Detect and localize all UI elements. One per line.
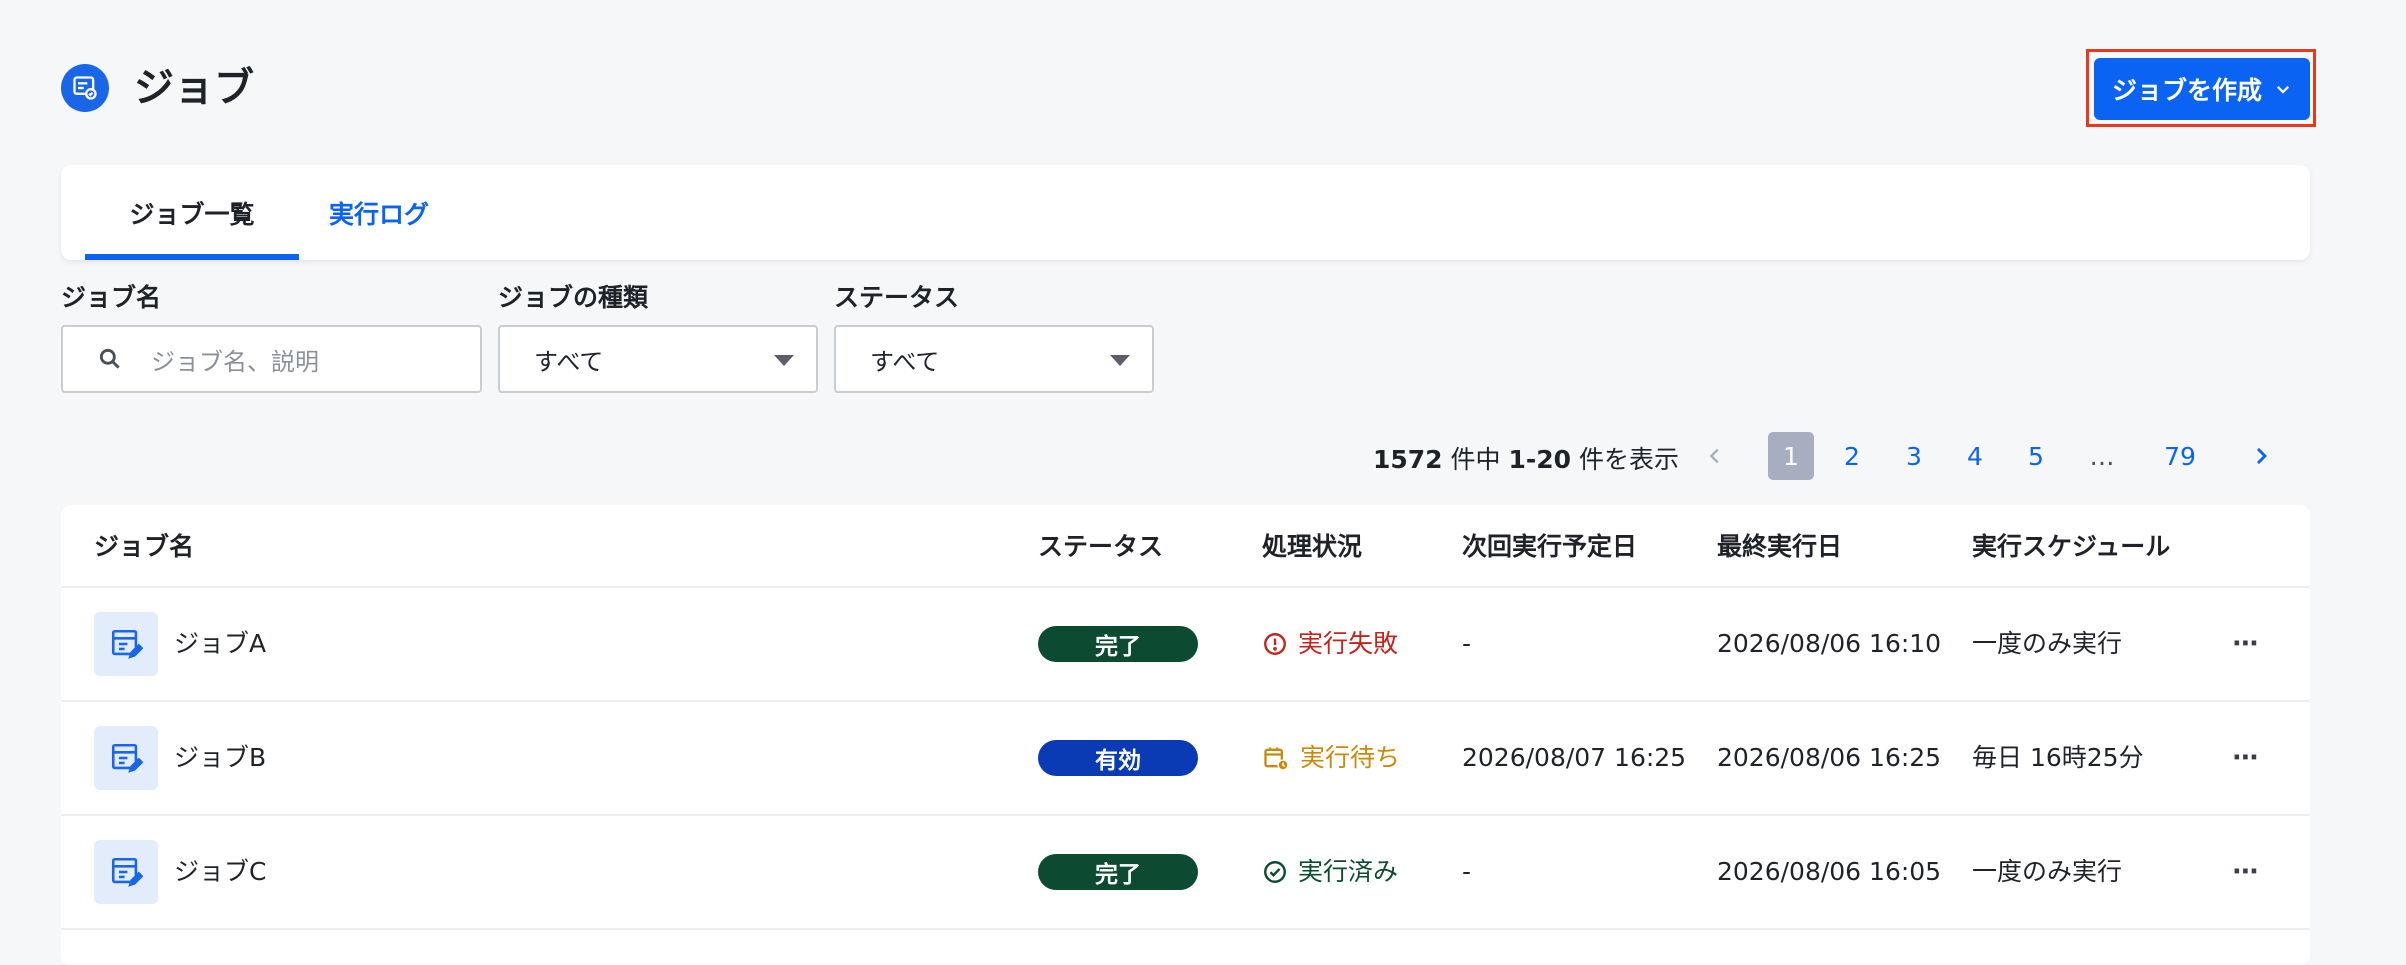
processing-status-label: 実行済み <box>1298 857 1399 886</box>
job-name-cell[interactable]: ジョブB <box>174 741 266 775</box>
job-name-search-placeholder: ジョブ名、説明 <box>151 347 319 376</box>
page-1-button[interactable]: 1 <box>1768 432 1814 480</box>
next-run-cell: 2026/08/07 16:25 <box>1462 743 1687 772</box>
table-divider <box>61 928 2310 930</box>
column-header-schedule: 実行スケジュール <box>1972 532 2171 561</box>
job-name-search-input[interactable]: ジョブ名、説明 <box>61 325 482 393</box>
job-type-filter-label: ジョブの種類 <box>498 283 649 312</box>
next-run-cell: - <box>1462 857 1472 886</box>
job-name-cell[interactable]: ジョブA <box>174 627 266 661</box>
page-ellipsis: … <box>2089 441 2115 471</box>
job-type-select[interactable]: すべて <box>498 325 818 393</box>
table-divider <box>61 700 2310 702</box>
chevron-down-icon <box>2276 85 2290 94</box>
page-3-button[interactable]: 3 <box>1892 432 1936 480</box>
column-header-last-run: 最終実行日 <box>1717 532 1843 561</box>
page-5-button[interactable]: 5 <box>2014 432 2058 480</box>
job-icon <box>94 840 158 904</box>
processing-status-label: 実行失敗 <box>1298 629 1399 658</box>
result-range: 1-20 <box>1508 445 1572 474</box>
calendar-clock-icon <box>1264 747 1289 771</box>
dropdown-arrow-icon <box>774 355 794 366</box>
tabs-bar: ジョブ一覧 実行ログ <box>61 165 2310 260</box>
more-actions-icon[interactable]: ⋯ <box>2230 627 2262 661</box>
prev-page-button[interactable] <box>1700 432 1730 480</box>
alert-circle-icon <box>1264 633 1286 655</box>
status-select-value: すべて <box>870 347 940 376</box>
last-run-cell: 2026/08/06 16:10 <box>1717 629 1942 658</box>
processing-status: 実行済み <box>1262 855 1398 889</box>
job-type-select-value: すべて <box>534 347 604 376</box>
result-count: 1572 件中 1-20 件を表示 <box>1373 440 1679 476</box>
result-count-suffix: 件を表示 <box>1579 445 1680 474</box>
more-actions-icon[interactable]: ⋯ <box>2230 741 2262 775</box>
create-job-button[interactable]: ジョブを作成 <box>2094 58 2310 120</box>
column-header-job-name: ジョブ名 <box>94 532 195 561</box>
status-badge: 有効 <box>1038 740 1198 776</box>
tab-job-list[interactable]: ジョブ一覧 <box>85 165 299 260</box>
column-header-processing: 処理状況 <box>1262 532 1363 561</box>
table-divider <box>61 814 2310 816</box>
job-name-cell[interactable]: ジョブC <box>174 855 266 889</box>
last-run-cell: 2026/08/06 16:25 <box>1717 743 1942 772</box>
search-icon <box>99 348 120 369</box>
next-page-button[interactable] <box>2246 432 2276 480</box>
table-divider <box>61 586 2310 588</box>
check-circle-icon <box>1264 861 1286 883</box>
tab-execution-log[interactable]: 実行ログ <box>309 165 449 260</box>
last-run-cell: 2026/08/06 16:05 <box>1717 857 1942 886</box>
jobs-page-icon <box>61 64 109 112</box>
chevron-left-icon <box>1709 448 1719 464</box>
processing-status-label: 実行待ち <box>1300 743 1401 772</box>
job-icon <box>94 612 158 676</box>
schedule-cell: 毎日 16時25分 <box>1972 743 2144 772</box>
page-4-button[interactable]: 4 <box>1953 432 1997 480</box>
page-title: ジョブ <box>134 65 254 111</box>
page-2-button[interactable]: 2 <box>1830 432 1874 480</box>
job-icon <box>94 726 158 790</box>
result-count-mid: 件中 <box>1450 445 1501 474</box>
column-header-next-run: 次回実行予定日 <box>1462 532 1638 561</box>
result-total: 1572 <box>1373 445 1443 474</box>
column-header-status: ステータス <box>1038 532 1164 561</box>
jobs-table <box>61 505 2310 965</box>
page-79-button[interactable]: 79 <box>2152 432 2208 480</box>
status-badge: 完了 <box>1038 626 1198 662</box>
schedule-cell: 一度のみ実行 <box>1972 629 2123 658</box>
chevron-right-icon <box>2257 448 2267 464</box>
processing-status: 実行待ち <box>1262 741 1400 775</box>
dropdown-arrow-icon <box>1110 355 1130 366</box>
job-name-filter-label: ジョブ名 <box>61 283 162 312</box>
status-filter-label: ステータス <box>834 283 960 312</box>
more-actions-icon[interactable]: ⋯ <box>2230 855 2262 889</box>
next-run-cell: - <box>1462 629 1472 658</box>
processing-status: 実行失敗 <box>1262 627 1398 661</box>
create-job-button-label: ジョブを作成 <box>2111 76 2262 105</box>
status-select[interactable]: すべて <box>834 325 1154 393</box>
status-badge: 完了 <box>1038 854 1198 890</box>
schedule-cell: 一度のみ実行 <box>1972 857 2123 886</box>
